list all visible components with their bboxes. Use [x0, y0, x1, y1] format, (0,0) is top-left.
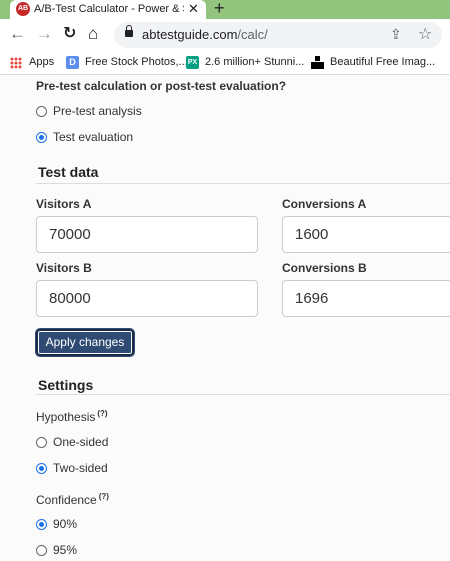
tab-title: A/B-Test Calculator - Power & Si — [34, 3, 184, 15]
forward-arrow-icon[interactable]: → — [36, 24, 53, 44]
tab-strip: AB A/B-Test Calculator - Power & Si ✕ + — [0, 0, 450, 19]
apply-changes-button[interactable]: Apply changes — [35, 328, 135, 357]
site-favicon-icon: AB — [16, 2, 30, 16]
conversions-b-label: Conversions B — [282, 261, 367, 275]
home-icon[interactable]: ⌂ — [88, 24, 98, 44]
active-tab[interactable]: AB A/B-Test Calculator - Power & Si ✕ — [10, 0, 206, 19]
section-divider — [36, 183, 450, 184]
radio-confidence-90[interactable] — [36, 519, 47, 530]
address-bar[interactable]: abtestguide.com/calc/ ⇪ ☆ — [114, 22, 442, 48]
hypothesis-help-link[interactable]: (?) — [97, 409, 107, 418]
visitors-b-label: Visitors B — [36, 261, 92, 275]
back-arrow-icon[interactable]: ← — [9, 24, 26, 44]
conversions-b-input[interactable]: 1696 — [282, 280, 450, 317]
radio-test-evaluation[interactable] — [36, 132, 47, 143]
hypothesis-label: Hypothesis (?) — [36, 409, 108, 424]
browser-toolbar: ← → ↻ ⌂ abtestguide.com/calc/ ⇪ ☆ — [0, 19, 450, 50]
visitors-a-input[interactable]: 70000 — [36, 216, 258, 253]
visitors-b-input[interactable]: 80000 — [36, 280, 258, 317]
confidence-label: Confidence (?) — [36, 492, 109, 507]
radio-pre-test[interactable] — [36, 106, 47, 117]
reload-icon[interactable]: ↻ — [63, 24, 76, 44]
close-tab-icon[interactable]: ✕ — [188, 1, 199, 17]
test-type-question: Pre-test calculation or post-test evalua… — [36, 79, 287, 93]
new-tab-icon[interactable]: + — [214, 0, 225, 18]
radio-confidence-95[interactable] — [36, 545, 47, 556]
settings-heading: Settings — [38, 377, 94, 393]
conversions-a-input[interactable]: 1600 — [282, 216, 450, 253]
lock-icon[interactable] — [125, 25, 133, 38]
radio-two-sided[interactable] — [36, 463, 47, 474]
apps-grid-icon — [10, 57, 22, 69]
radio-one-sided[interactable] — [36, 437, 47, 448]
bookmarks-bar: Apps D Free Stock Photos,... PX 2.6 mill… — [0, 50, 450, 75]
unsplash-icon — [311, 56, 324, 69]
visitors-a-label: Visitors A — [36, 197, 92, 211]
confidence-help-link[interactable]: (?) — [99, 492, 109, 501]
url-text[interactable]: abtestguide.com/calc/ — [142, 27, 268, 42]
pexels-icon: PX — [186, 56, 199, 69]
test-data-heading: Test data — [38, 164, 99, 180]
bookmark-site-icon: D — [66, 56, 79, 69]
conversions-a-label: Conversions A — [282, 197, 367, 211]
share-icon[interactable]: ⇪ — [390, 26, 402, 43]
section-divider — [36, 394, 450, 395]
bookmark-star-icon[interactable]: ☆ — [418, 24, 432, 44]
calculator-page: Pre-test calculation or post-test evalua… — [0, 75, 450, 561]
